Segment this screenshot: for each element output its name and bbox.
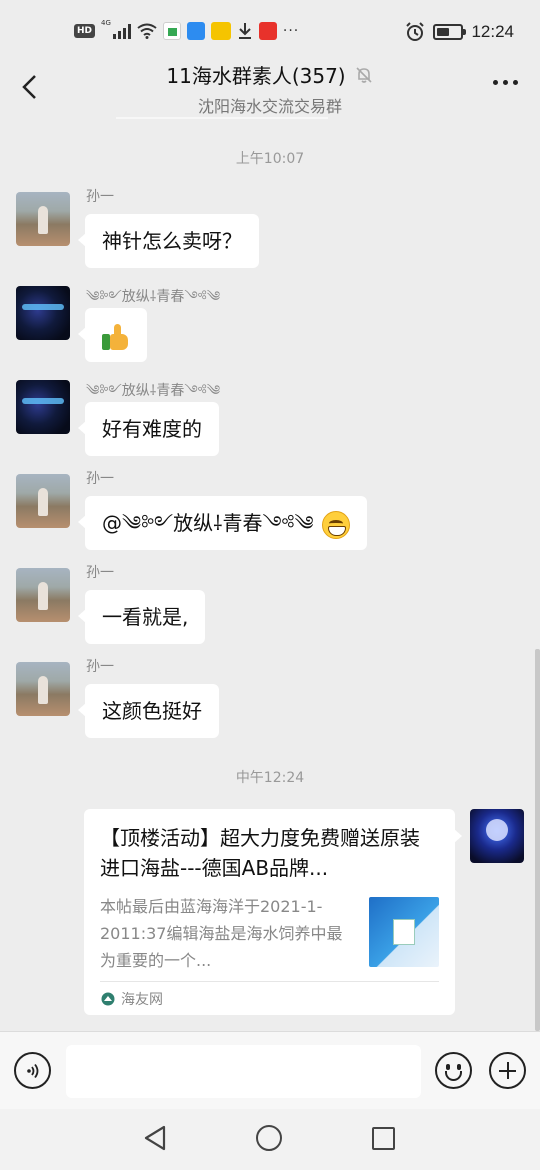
link-card-body: 本帖最后由蓝海海洋于2021-1-2011:37编辑海盐是海水饲养中最为重要的一… bbox=[100, 893, 439, 975]
avatar[interactable] bbox=[16, 474, 70, 528]
avatar[interactable] bbox=[16, 192, 70, 246]
link-card-source: 海友网 bbox=[101, 989, 163, 1009]
source-logo-icon bbox=[101, 992, 115, 1006]
link-card[interactable]: 【顶楼活动】超大力度免费赠送原装进口海盐---德国AB品牌... 本帖最后由蓝海… bbox=[84, 809, 462, 1015]
message-text: 好有难度的 bbox=[102, 417, 202, 441]
clock: 12:24 bbox=[471, 22, 514, 41]
more-notifications-icon: ··· bbox=[282, 23, 300, 39]
battery-icon bbox=[433, 24, 467, 40]
chat-title: 11海水群素人(357) bbox=[166, 64, 346, 88]
message-item: 孙一 一看就是, bbox=[16, 565, 516, 648]
news-app-icon bbox=[210, 22, 231, 40]
my-avatar[interactable] bbox=[470, 809, 524, 863]
scrollbar[interactable] bbox=[535, 649, 540, 1031]
title-row: 11海水群素人(357) bbox=[100, 60, 440, 89]
thumbs-up-icon bbox=[102, 323, 130, 350]
nav-back-icon[interactable] bbox=[140, 1123, 170, 1153]
input-bar bbox=[0, 1031, 540, 1109]
more-actions-button[interactable] bbox=[489, 1052, 526, 1089]
status-icons-right: 12:24 bbox=[405, 22, 514, 42]
message-bubble[interactable]: 一看就是, bbox=[77, 590, 206, 644]
hd-badge: HD bbox=[74, 24, 96, 38]
shopping-app-icon bbox=[258, 22, 277, 40]
avatar[interactable] bbox=[16, 662, 70, 716]
message-input[interactable] bbox=[66, 1045, 421, 1098]
voice-icon bbox=[26, 1063, 38, 1078]
download-icon bbox=[238, 23, 251, 39]
link-card-thumbnail bbox=[369, 897, 439, 967]
message-item: 孙一 神针怎么卖呀？ bbox=[16, 189, 516, 272]
voice-input-button[interactable] bbox=[14, 1052, 51, 1089]
muted-bell-icon bbox=[356, 66, 372, 83]
network-type: 4G bbox=[101, 19, 111, 27]
nav-home-icon[interactable] bbox=[256, 1125, 282, 1151]
more-options-button[interactable] bbox=[493, 80, 518, 85]
link-card-source-name: 海友网 bbox=[121, 992, 163, 1008]
status-icons-left: HD 4G ··· bbox=[74, 19, 300, 40]
sender-name: 孙一 bbox=[86, 659, 114, 675]
avatar[interactable] bbox=[16, 286, 70, 340]
message-item: 孙一 这颜色挺好 bbox=[16, 659, 516, 742]
message-bubble[interactable] bbox=[78, 308, 147, 362]
chat-header: 11海水群素人(357) 沈阳海水交流交易群 bbox=[0, 56, 540, 118]
message-item: ༄༻放纵⸸青春༺༄ bbox=[16, 286, 516, 366]
message-list[interactable]: 上午10:07 孙一 神针怎么卖呀？ ༄༻放纵⸸青春༺༄ ༄༻放纵⸸青春༺༄ 好… bbox=[0, 119, 540, 1031]
message-text: @༄༻放纵⸸青春༺༄ bbox=[102, 511, 314, 535]
sender-name: 孙一 bbox=[86, 471, 114, 487]
battery-level bbox=[437, 28, 450, 36]
signal-icon bbox=[112, 23, 131, 39]
wifi-icon bbox=[137, 23, 157, 39]
message-bubble[interactable]: 这颜色挺好 bbox=[78, 684, 219, 738]
message-bubble[interactable]: 好有难度的 bbox=[78, 402, 219, 456]
message-text: 一看就是, bbox=[102, 605, 189, 629]
message-text: 这颜色挺好 bbox=[102, 699, 202, 723]
message-item: ༄༻放纵⸸青春༺༄ 好有难度的 bbox=[16, 380, 516, 460]
alarm-icon bbox=[406, 22, 425, 41]
message-bubble[interactable]: 神针怎么卖呀？ bbox=[78, 214, 259, 268]
nav-recents-icon[interactable] bbox=[372, 1127, 395, 1150]
link-card-title: 【顶楼活动】超大力度免费赠送原装进口海盐---德国AB品牌... bbox=[100, 826, 420, 880]
back-button[interactable] bbox=[14, 70, 44, 104]
message-item: 孙一 @༄༻放纵⸸青春༺༄ bbox=[16, 471, 516, 554]
message-app-icon bbox=[186, 22, 205, 40]
timestamp: 中午12:24 bbox=[235, 770, 305, 786]
grinning-emoji-icon bbox=[321, 510, 350, 539]
sender-name: 孙一 bbox=[86, 189, 114, 205]
message-bubble[interactable]: @༄༻放纵⸸青春༺༄ bbox=[78, 496, 367, 550]
chat-subtitle: 沈阳海水交流交易群 bbox=[197, 97, 342, 116]
avatar[interactable] bbox=[16, 568, 70, 622]
message-text: 神针怎么卖呀？ bbox=[102, 229, 242, 253]
sender-name: 孙一 bbox=[86, 565, 114, 581]
link-card-divider bbox=[100, 981, 439, 982]
link-card-description: 本帖最后由蓝海海洋于2021-1-2011:37编辑海盐是海水饲养中最为重要的一… bbox=[100, 897, 343, 970]
home-app-icon bbox=[162, 22, 181, 40]
avatar[interactable] bbox=[16, 380, 70, 434]
status-bar: HD 4G ··· 12:24 bbox=[0, 0, 540, 62]
emoji-button[interactable] bbox=[435, 1052, 472, 1089]
system-navigation-bar bbox=[0, 1109, 540, 1170]
chevron-left-icon bbox=[22, 75, 36, 99]
timestamp: 上午10:07 bbox=[235, 151, 305, 167]
chat-title-block[interactable]: 11海水群素人(357) 沈阳海水交流交易群 bbox=[100, 60, 440, 117]
